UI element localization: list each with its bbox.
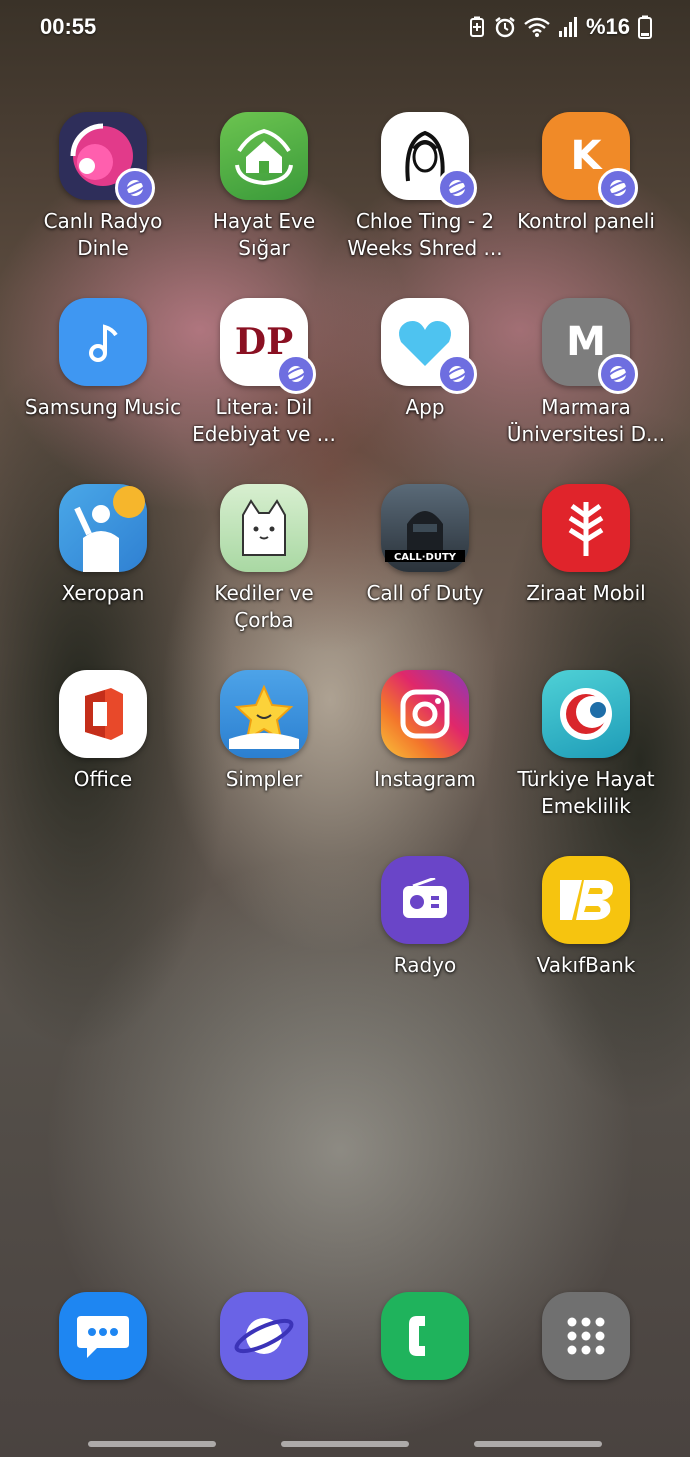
internet-shortcut-badge-icon <box>437 168 477 208</box>
app-label: App <box>405 395 445 419</box>
chloe-ting-icon <box>381 112 477 208</box>
cat-icon <box>220 484 308 572</box>
vakifbank-icon <box>542 856 630 944</box>
app-turkiye-hayat-emeklilik[interactable]: Türkiye Hayat Emeklilik <box>500 670 672 820</box>
app-hayat-eve-sigar[interactable]: Hayat Eve Sığar <box>178 112 350 262</box>
internet-shortcut-badge-icon <box>598 354 638 394</box>
dock-messages[interactable] <box>59 1292 147 1380</box>
dp-akademi-icon: DP <box>220 298 316 394</box>
app-chloe-ting[interactable]: Chloe Ting - 2 Weeks Shred ... <box>339 112 511 262</box>
xeropan-icon <box>59 484 147 572</box>
app-label: Simpler <box>225 767 303 791</box>
instagram-icon <box>381 670 469 758</box>
internet-shortcut-badge-icon <box>437 354 477 394</box>
phone-icon <box>381 1292 469 1380</box>
app-label: Marmara Üniversitesi D... <box>506 395 666 446</box>
internet-icon <box>220 1292 308 1380</box>
app-canli-radyo[interactable]: Canlı Radyo Dinle <box>17 112 189 262</box>
music-note-icon <box>59 298 147 386</box>
signal-icon <box>558 17 577 37</box>
radio-waves-icon <box>59 112 155 208</box>
app-label: Radyo <box>393 953 457 977</box>
app-label: Litera: Dil Edebiyat ve ... <box>192 395 336 446</box>
app-label: Xeropan <box>61 581 145 605</box>
status-icons: %16 <box>468 14 652 40</box>
app-litera[interactable]: DP Litera: Dil Edebiyat ve ... <box>178 298 350 448</box>
dock-app-drawer[interactable] <box>542 1292 630 1380</box>
status-time: 00:55 <box>40 14 97 39</box>
app-label: Ziraat Mobil <box>526 581 646 605</box>
alarm-icon <box>495 17 515 38</box>
dock-internet[interactable] <box>220 1292 308 1380</box>
app-drawer-icon <box>542 1292 630 1380</box>
app-label: Kontrol paneli <box>517 209 655 233</box>
wifi-icon <box>524 17 550 37</box>
app-ziraat-mobil[interactable]: Ziraat Mobil <box>500 484 672 607</box>
nav-home[interactable] <box>281 1441 409 1447</box>
app-marmara[interactable]: M Marmara Üniversitesi D... <box>500 298 672 448</box>
app-xeropan[interactable]: Xeropan <box>17 484 189 607</box>
heart-icon <box>381 298 477 394</box>
call-of-duty-icon: CALL·DUTY <box>381 484 469 572</box>
app-app[interactable]: App <box>339 298 511 421</box>
battery-saver-icon <box>469 16 484 37</box>
dock-phone[interactable] <box>381 1292 469 1380</box>
internet-shortcut-badge-icon <box>115 168 155 208</box>
nav-back[interactable] <box>474 1441 602 1447</box>
app-instagram[interactable]: Instagram <box>339 670 511 793</box>
app-radyo[interactable]: Radyo <box>339 856 511 979</box>
internet-shortcut-badge-icon <box>598 168 638 208</box>
app-label: Canlı Radyo Dinle <box>43 209 163 260</box>
nav-recent-apps[interactable] <box>88 1441 216 1447</box>
app-vakifbank[interactable]: VakıfBank <box>500 856 672 979</box>
turkiye-hayat-icon <box>542 670 630 758</box>
status-bar: 00:55 %16 <box>0 0 690 54</box>
svg-text:CALL·DUTY: CALL·DUTY <box>394 552 457 563</box>
internet-shortcut-badge-icon <box>276 354 316 394</box>
k-letter-icon: K <box>542 112 638 208</box>
office-icon <box>59 670 147 758</box>
app-samsung-music[interactable]: Samsung Music <box>17 298 189 421</box>
app-office[interactable]: Office <box>17 670 189 793</box>
app-label: Office <box>73 767 133 791</box>
radio-icon <box>381 856 469 944</box>
battery-icon <box>638 15 652 39</box>
app-label: Kediler ve Çorba <box>214 581 314 632</box>
app-label: VakıfBank <box>536 953 636 977</box>
m-letter-icon: M <box>542 298 638 394</box>
messages-icon <box>59 1292 147 1380</box>
home-hands-icon <box>220 112 308 200</box>
app-label: Call of Duty <box>366 581 484 605</box>
app-label: Samsung Music <box>24 395 182 419</box>
ziraat-wheat-icon <box>542 484 630 572</box>
app-label: Hayat Eve Sığar <box>212 209 316 260</box>
app-label: Chloe Ting - 2 Weeks Shred ... <box>347 209 503 260</box>
app-kontrol-paneli[interactable]: K Kontrol paneli <box>500 112 672 235</box>
app-call-of-duty[interactable]: CALL·DUTY Call of Duty <box>339 484 511 607</box>
app-label: Türkiye Hayat Emeklilik <box>517 767 655 818</box>
app-label: Instagram <box>374 767 476 791</box>
app-kediler-ve-corba[interactable]: Kediler ve Çorba <box>178 484 350 634</box>
app-simpler[interactable]: Simpler <box>178 670 350 793</box>
star-icon <box>220 670 308 758</box>
battery-percent: %16 <box>585 14 630 39</box>
